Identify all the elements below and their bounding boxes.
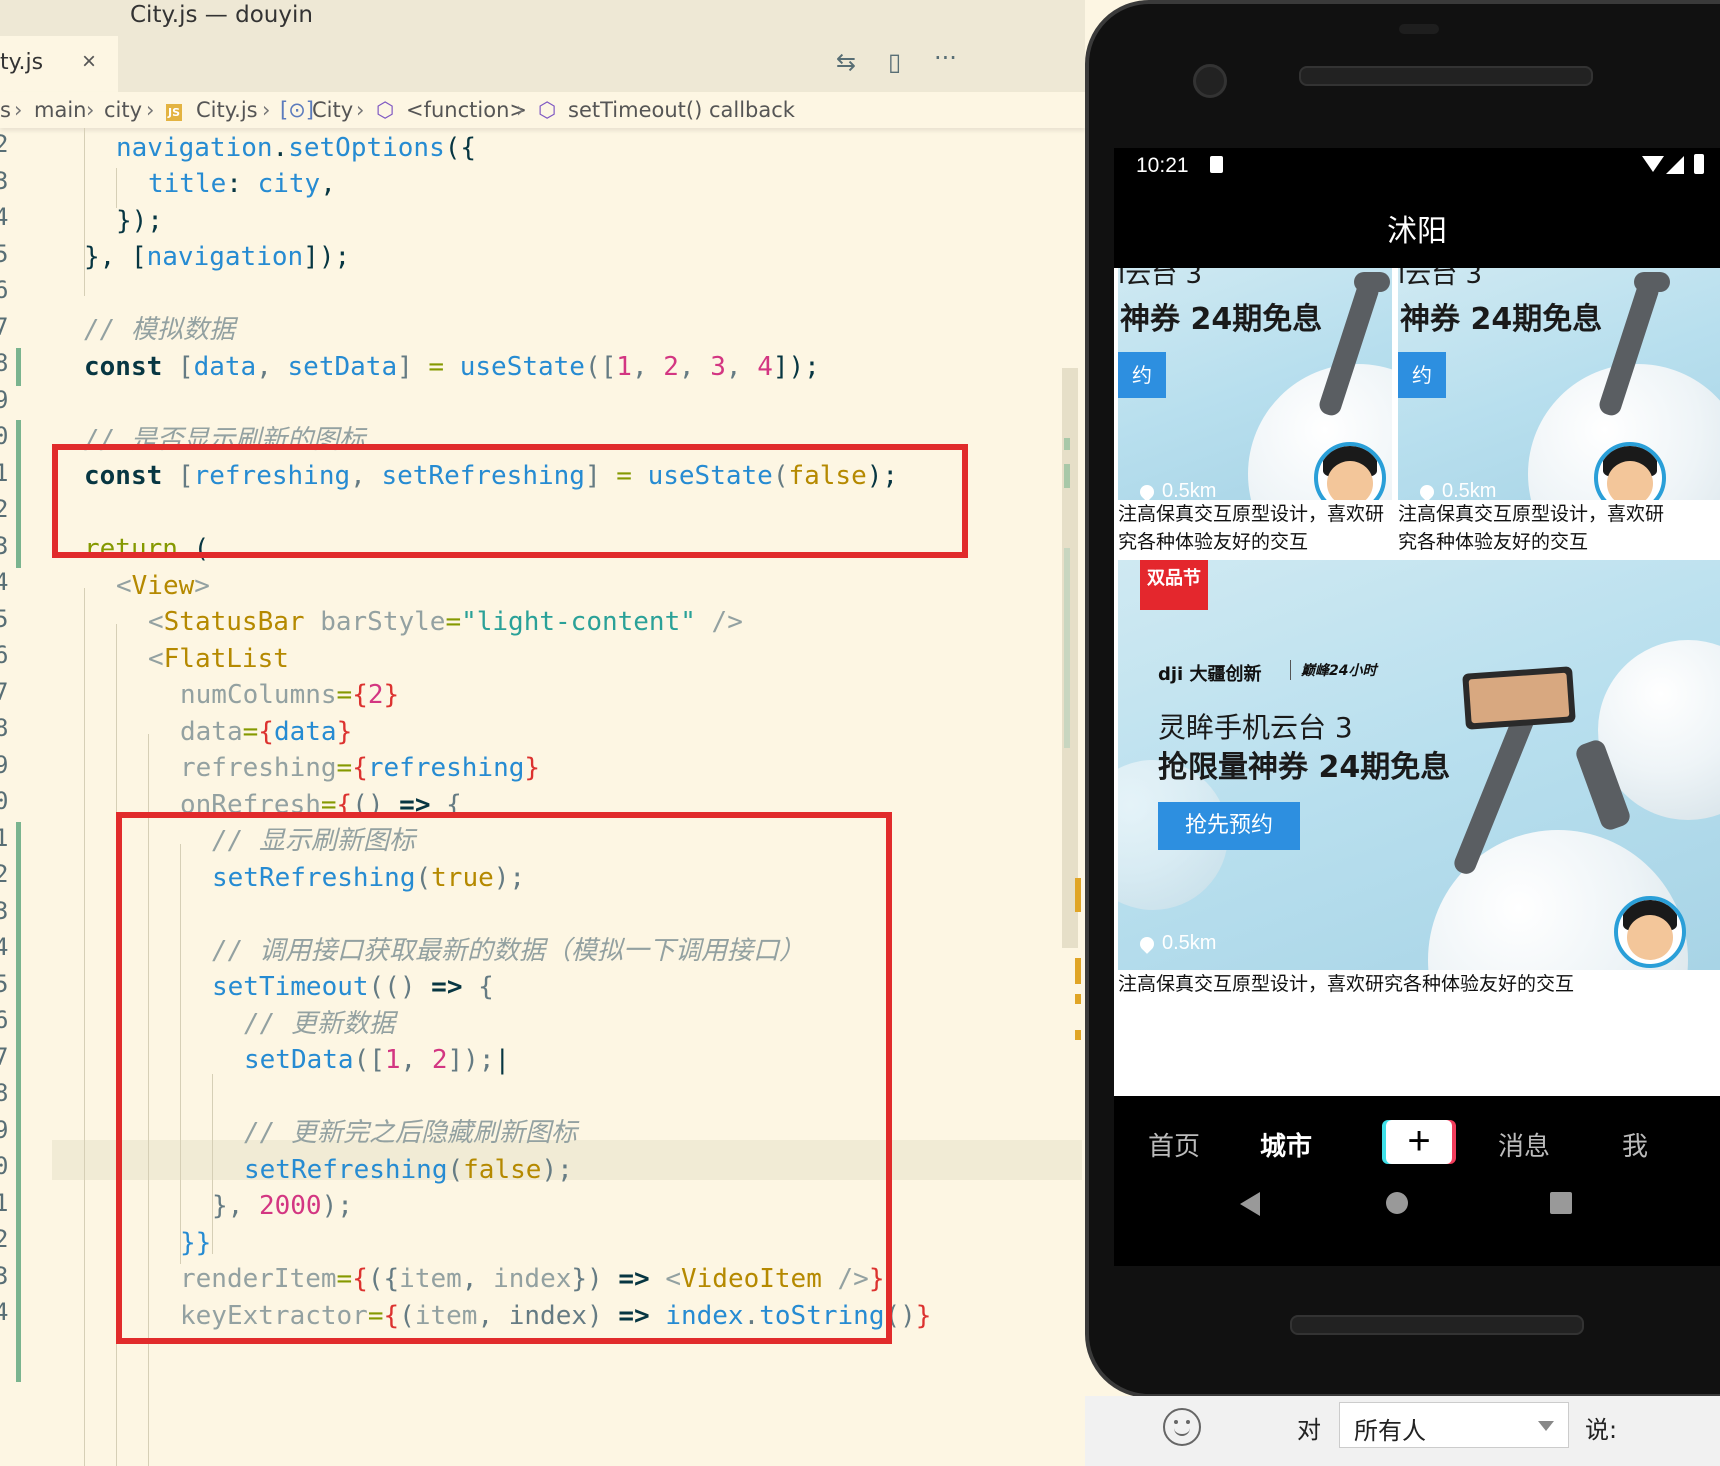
status-time: 10:21 [1136, 154, 1189, 177]
symbol-method-icon: ⬡ [538, 98, 557, 122]
split-editor-icon[interactable]: ▯ [888, 48, 901, 76]
window-title: City.js — douyin [130, 2, 313, 28]
say-label: 说: [1585, 1416, 1618, 1444]
card-subtitle: 灵眸手机云台 3 [1158, 711, 1353, 744]
card-title: l云台 3 [1398, 268, 1483, 290]
chevron-right-icon: › [262, 98, 271, 122]
bottom-speaker [1290, 1315, 1584, 1335]
code-line: <StatusBar barStyle="light-content" /> [148, 607, 743, 637]
earpiece [1399, 24, 1439, 34]
code-line: <FlatList [148, 644, 289, 674]
distance-label: 0.5km [1417, 480, 1496, 500]
wifi-icon [1642, 156, 1664, 172]
code-line: }, [navigation]); [84, 242, 351, 272]
brand-logo: dji 大疆创新 [1158, 664, 1262, 685]
video-card[interactable]: 双品节 dji 大疆创新 巅峰24小时 灵眸手机云台 3 抢限量神券 24期免息… [1118, 560, 1720, 970]
tab-city[interactable]: 城市 [1260, 1126, 1312, 1163]
chat-input-bar: 对 所有人 说: [1085, 1396, 1720, 1466]
card-title: l云台 3 [1118, 268, 1203, 290]
chevron-right-icon: › [14, 98, 23, 122]
home-icon[interactable] [1386, 1192, 1408, 1214]
emoji-icon[interactable] [1163, 1408, 1201, 1446]
breadcrumb-item[interactable]: main [34, 98, 86, 122]
highlight-box [116, 812, 892, 1344]
location-pin-icon [1137, 481, 1157, 500]
window-titlebar: City.js — douyin [0, 0, 1085, 36]
promo-badge: 双品节 [1140, 560, 1208, 610]
card-description: 注高保真交互原型设计，喜欢研究各种体验友好的交互 [1118, 970, 1720, 998]
breadcrumb-item[interactable]: City.js [196, 98, 258, 122]
recents-icon[interactable] [1550, 1192, 1572, 1214]
breadcrumb-item[interactable]: setTimeout() callback [568, 98, 795, 122]
distance-label: 0.5km [1137, 932, 1216, 955]
code-line: }); [116, 206, 163, 236]
chevron-down-icon [1538, 1421, 1554, 1431]
video-card[interactable]: l云台 3 神券 24期免息 约 0.5km [1118, 268, 1392, 500]
tab-label: ty.js [0, 50, 44, 75]
bottom-tab-bar: 首页 城市 + 消息 我 [1114, 1096, 1720, 1266]
tab-me[interactable]: 我 [1622, 1126, 1648, 1163]
app-header: 沭阳 [1114, 184, 1720, 268]
code-line: navigation.setOptions({ [116, 133, 477, 163]
code-line: refreshing={refreshing} [180, 753, 541, 783]
card-description: 注高保真交互原型设计，喜欢研究各种体验友好的交互 [1118, 500, 1392, 556]
video-card[interactable]: l云台 3 神券 24期免息 约 0.5km [1398, 268, 1720, 500]
chevron-right-icon: › [516, 98, 525, 122]
avatar[interactable] [1614, 896, 1686, 968]
tab-home[interactable]: 首页 [1148, 1126, 1200, 1163]
create-button[interactable]: + [1386, 1120, 1452, 1164]
breadcrumb: s › main › city › JS City.js › [⊙] City … [0, 92, 1085, 128]
breadcrumb-item[interactable]: <function> [406, 98, 527, 122]
phone-mockup [1462, 666, 1576, 730]
highlight-box [52, 444, 968, 558]
js-file-icon: JS [166, 104, 183, 121]
brand-logo-secondary: 巅峰24小时 [1290, 660, 1376, 680]
sd-card-icon [1210, 156, 1223, 173]
code-comment: // 模拟数据 [84, 315, 235, 345]
editor-tab-bar: ty.js × ⇆ ▯ ··· [0, 36, 1085, 92]
code-line: const [data, setData] = useState([1, 2, … [84, 352, 820, 382]
more-actions-icon[interactable]: ··· [934, 44, 957, 72]
symbol-class-icon: [⊙] [280, 98, 314, 122]
code-line: data={data} [180, 717, 353, 747]
symbol-method-icon: ⬡ [376, 98, 395, 122]
recipient-value: 所有人 [1354, 1417, 1426, 1445]
compare-changes-icon[interactable]: ⇆ [836, 48, 856, 76]
card-description: 注高保真交互原型设计，喜欢研究各种体验友好的交互 [1398, 500, 1720, 556]
breadcrumb-item[interactable]: city [104, 98, 142, 122]
signal-icon [1666, 156, 1684, 174]
location-pin-icon [1417, 481, 1437, 500]
card-title: 抢限量神券 24期免息 [1158, 750, 1451, 785]
status-bar: 10:21 [1114, 148, 1720, 184]
phone-screen: 10:21 沭阳 l云台 3 神券 24期免息 约 0.5km 注高保真交互原型… [1114, 148, 1720, 1096]
reserve-button[interactable]: 抢先预约 [1158, 802, 1300, 850]
reserve-button[interactable]: 约 [1118, 352, 1166, 398]
camera-icon [1193, 64, 1227, 98]
code-line: numColumns={2} [180, 680, 400, 710]
chevron-right-icon: › [86, 98, 95, 122]
tab-messages[interactable]: 消息 [1498, 1126, 1550, 1163]
code-line: title: city, [148, 169, 336, 199]
card-title: 神券 24期免息 [1120, 302, 1323, 337]
breadcrumb-item[interactable]: s [0, 98, 11, 122]
close-icon[interactable]: × [82, 48, 96, 76]
to-label: 对 [1297, 1416, 1321, 1444]
distance-label: 0.5km [1137, 480, 1216, 500]
chevron-right-icon: › [146, 98, 155, 122]
page-title: 沭阳 [1387, 214, 1447, 249]
code-editor: City.js — douyin ty.js × ⇆ ▯ ··· s › mai… [0, 0, 1085, 1466]
recipient-select[interactable]: 所有人 [1339, 1402, 1569, 1448]
back-icon[interactable] [1240, 1192, 1260, 1216]
battery-icon [1694, 154, 1704, 174]
editor-scrollbar[interactable] [1058, 128, 1081, 1466]
location-pin-icon [1137, 933, 1157, 954]
editor-tab-city-js[interactable]: ty.js × [0, 36, 118, 92]
speaker-grille [1299, 66, 1593, 86]
chevron-right-icon: › [356, 98, 365, 122]
breadcrumb-item[interactable]: City [312, 98, 353, 122]
code-line: <View> [116, 571, 210, 601]
card-title: 神券 24期免息 [1400, 302, 1603, 337]
reserve-button[interactable]: 约 [1398, 352, 1446, 398]
